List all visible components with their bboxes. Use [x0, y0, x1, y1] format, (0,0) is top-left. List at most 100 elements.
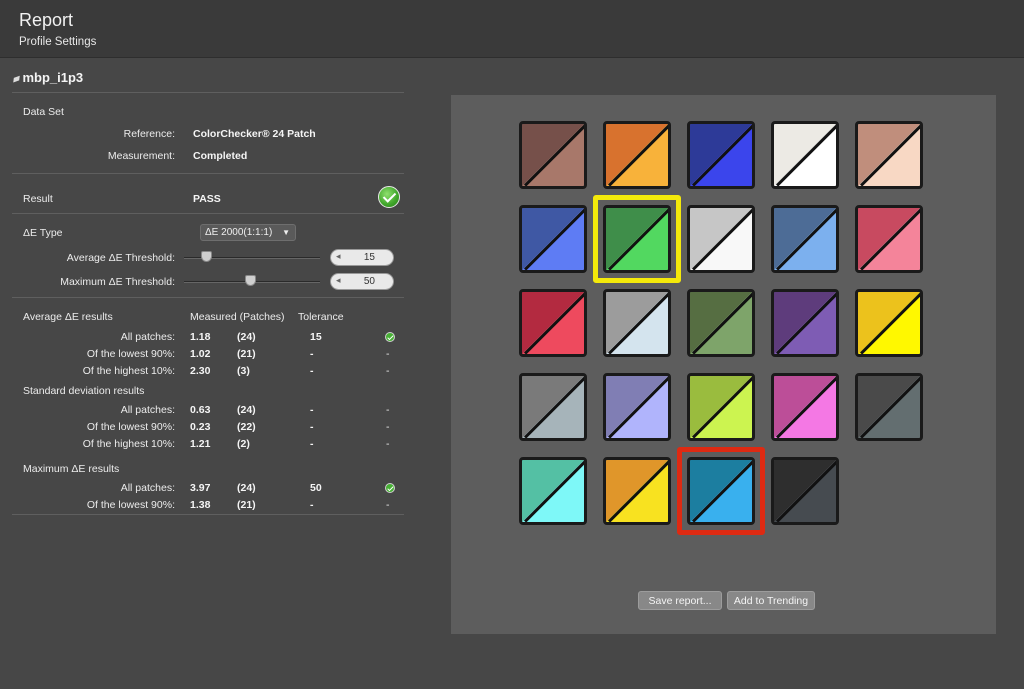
row-patches: (21): [237, 499, 256, 511]
de-type-label: ΔE Type: [23, 227, 63, 239]
measurement-label: Measurement:: [107, 150, 175, 162]
color-patch[interactable]: [855, 289, 923, 357]
profile-name: ▰mbp_i1p3: [10, 70, 84, 87]
max-threshold-value: 50: [363, 276, 375, 287]
row-tolerance: -: [310, 438, 314, 450]
color-patch[interactable]: [855, 121, 923, 189]
profile-label: mbp_i1p3: [22, 70, 84, 85]
ok-check-icon: [385, 483, 395, 493]
color-patch[interactable]: [519, 289, 587, 357]
stepper-arrows-icon[interactable]: ◂: [336, 275, 341, 286]
profile-icon: ▰: [10, 71, 23, 87]
row-value: 0.23: [190, 421, 211, 433]
avg-results-title: Average ΔE results: [23, 311, 113, 323]
color-patch[interactable]: [603, 121, 671, 189]
divider: [12, 213, 404, 214]
color-patch[interactable]: [687, 121, 755, 189]
max-threshold-stepper[interactable]: ◂ 50: [330, 273, 394, 290]
row-status: -: [386, 348, 390, 360]
row-label: Of the highest 10%:: [82, 365, 175, 377]
color-patch[interactable]: [687, 457, 755, 525]
row-tolerance: 50: [310, 482, 322, 494]
row-status: -: [386, 438, 390, 450]
row-label: All patches:: [120, 404, 175, 416]
color-patch[interactable]: [771, 373, 839, 441]
row-patches: (2): [237, 438, 250, 450]
row-value: 1.21: [190, 438, 211, 450]
row-patches: (3): [237, 365, 250, 377]
row-value: 1.02: [190, 348, 211, 360]
color-patch[interactable]: [855, 373, 923, 441]
row-label: Of the lowest 90%:: [86, 348, 175, 360]
dataset-heading: Data Set: [23, 106, 64, 118]
patch-panel: Save report... Add to Trending: [451, 95, 996, 634]
add-to-trending-button[interactable]: Add to Trending: [727, 591, 815, 610]
row-value: 2.30: [190, 365, 211, 377]
save-report-button[interactable]: Save report...: [638, 591, 722, 610]
stepper-arrows-icon[interactable]: ◂: [336, 251, 341, 262]
color-patch[interactable]: [603, 457, 671, 525]
row-patches: (24): [237, 482, 256, 494]
de-type-selected: ΔE 2000(1:1:1): [205, 227, 273, 238]
color-patch[interactable]: [603, 373, 671, 441]
max-threshold-label: Maximum ΔE Threshold:: [60, 276, 175, 288]
chevron-down-icon: ▼: [282, 228, 290, 237]
row-tolerance: -: [310, 421, 314, 433]
color-patch[interactable]: [519, 205, 587, 273]
color-patch[interactable]: [771, 205, 839, 273]
row-patches: (24): [237, 331, 256, 343]
row-label: All patches:: [120, 482, 175, 494]
color-patch[interactable]: [771, 121, 839, 189]
row-label: Of the lowest 90%:: [86, 421, 175, 433]
max-results-title: Maximum ΔE results: [23, 463, 120, 475]
row-label: Of the lowest 90%:: [86, 499, 175, 511]
page-title: Report: [19, 10, 74, 30]
avg-threshold-value: 15: [363, 252, 375, 263]
ok-check-icon: [385, 332, 395, 342]
de-type-select[interactable]: ΔE 2000(1:1:1) ▼: [200, 224, 296, 241]
result-label: Result: [23, 193, 53, 205]
row-tolerance: -: [310, 348, 314, 360]
color-patch[interactable]: [603, 289, 671, 357]
avg-threshold-label: Average ΔE Threshold:: [66, 252, 175, 264]
page-subtitle: Profile Settings: [19, 36, 97, 48]
color-patch[interactable]: [771, 289, 839, 357]
row-value: 3.97: [190, 482, 211, 494]
row-patches: (22): [237, 421, 256, 433]
color-patch[interactable]: [519, 121, 587, 189]
title-bar: Report Profile Settings: [0, 0, 1024, 58]
measured-header: Measured (Patches): [190, 311, 285, 323]
row-status: -: [386, 499, 390, 511]
row-value: 1.38: [190, 499, 211, 511]
color-patch[interactable]: [855, 205, 923, 273]
color-patch[interactable]: [603, 205, 671, 273]
color-patch[interactable]: [771, 457, 839, 525]
max-threshold-thumb[interactable]: [245, 275, 256, 286]
measurement-value: Completed: [193, 150, 248, 162]
row-label: All patches:: [120, 331, 175, 343]
row-value: 1.18: [190, 331, 211, 343]
row-value: 0.63: [190, 404, 211, 416]
divider: [12, 92, 404, 93]
row-status: -: [386, 421, 390, 433]
row-tolerance: 15: [310, 331, 322, 343]
row-status: -: [386, 404, 390, 416]
color-patch[interactable]: [519, 457, 587, 525]
color-patch[interactable]: [687, 205, 755, 273]
color-patch[interactable]: [687, 289, 755, 357]
std-results-title: Standard deviation results: [23, 385, 145, 397]
divider: [12, 173, 404, 174]
row-tolerance: -: [310, 404, 314, 416]
divider: [12, 514, 404, 515]
result-value: PASS: [193, 193, 221, 205]
avg-threshold-thumb[interactable]: [201, 251, 212, 262]
reference-label: Reference:: [123, 128, 175, 140]
avg-threshold-stepper[interactable]: ◂ 15: [330, 249, 394, 266]
tolerance-header: Tolerance: [298, 311, 344, 323]
color-patch[interactable]: [687, 373, 755, 441]
color-patch[interactable]: [519, 373, 587, 441]
pass-check-icon: [378, 186, 400, 208]
divider: [12, 297, 404, 298]
row-tolerance: -: [310, 499, 314, 511]
row-patches: (24): [237, 404, 256, 416]
